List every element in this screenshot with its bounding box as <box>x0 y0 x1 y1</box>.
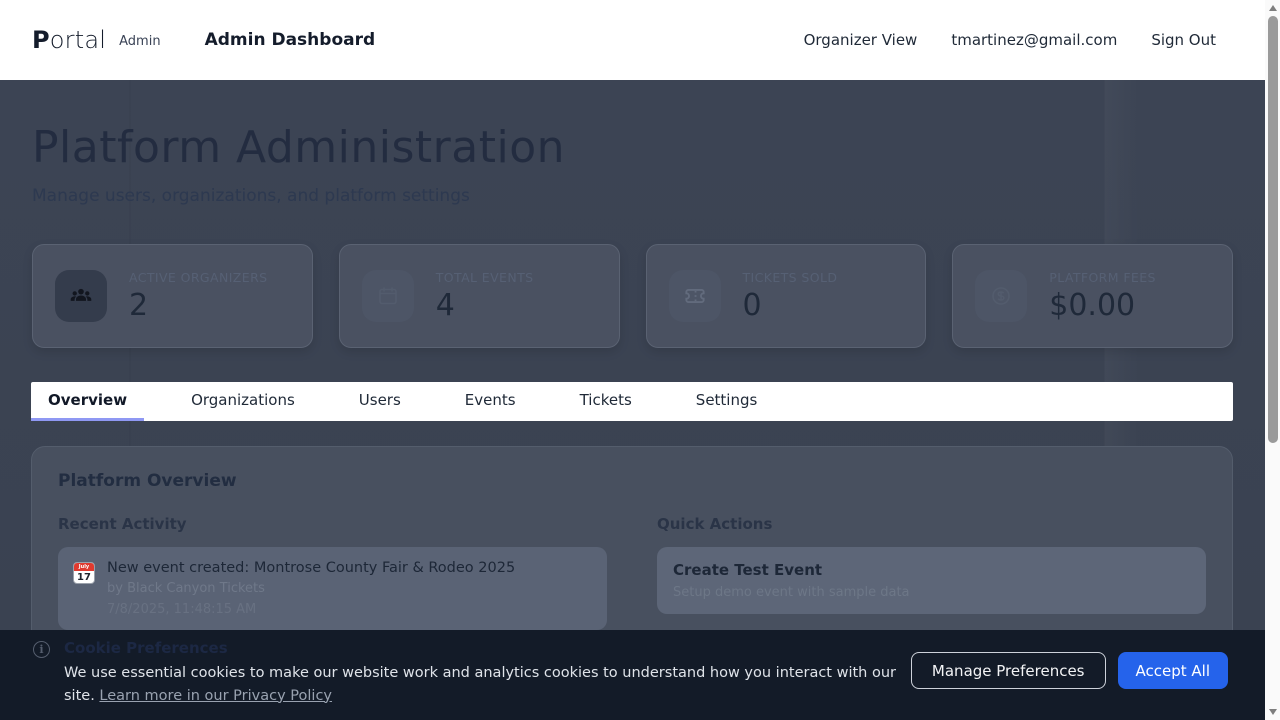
organizer-view-link[interactable]: Organizer View <box>804 31 918 49</box>
calendar-month: July <box>74 563 94 571</box>
ticket-icon <box>669 270 721 322</box>
stat-value: 0 <box>743 288 838 323</box>
money-icon <box>975 270 1027 322</box>
stat-value: 2 <box>129 288 267 323</box>
hero-section: Platform Administration Manage users, or… <box>0 80 1265 206</box>
tab-users[interactable]: Users <box>342 382 418 421</box>
admin-badge: Admin <box>119 34 160 49</box>
calendar-icon <box>362 270 414 322</box>
logo-letter: P <box>32 26 50 54</box>
user-email-link[interactable]: tmartinez@gmail.com <box>951 31 1117 49</box>
tab-organizations[interactable]: Organizations <box>174 382 312 421</box>
stat-card-tickets-sold: TICKETS SOLD 0 <box>646 244 927 348</box>
cookie-consent-banner: i Cookie Preferences We use essential co… <box>0 630 1280 720</box>
stat-value: $0.00 <box>1049 288 1156 323</box>
stat-card-total-events: TOTAL EVENTS 4 <box>339 244 620 348</box>
info-icon: i <box>33 641 50 658</box>
sign-out-link[interactable]: Sign Out <box>1151 31 1216 49</box>
scroll-up-icon[interactable] <box>1269 5 1277 11</box>
recent-activity-section: Recent Activity July 17 New event create… <box>58 515 607 630</box>
quick-actions-heading: Quick Actions <box>657 515 1206 533</box>
admin-tabbar: Overview Organizations Users Events Tick… <box>31 382 1233 421</box>
portal-logo[interactable]: Portal <box>32 26 106 54</box>
calendar-day: 17 <box>74 571 94 584</box>
scroll-down-icon[interactable] <box>1269 709 1277 715</box>
hero-subtitle: Manage users, organizations, and platfor… <box>32 186 1233 206</box>
accept-all-button[interactable]: Accept All <box>1118 652 1229 689</box>
quick-actions-section: Quick Actions Create Test Event Setup de… <box>657 515 1206 630</box>
stat-card-active-organizers: ACTIVE ORGANIZERS 2 <box>32 244 313 348</box>
tab-events[interactable]: Events <box>448 382 533 421</box>
top-header: Portal Admin Admin Dashboard Organizer V… <box>0 0 1280 80</box>
action-title: Create Test Event <box>673 561 1190 579</box>
tab-settings[interactable]: Settings <box>679 382 775 421</box>
stat-label: TICKETS SOLD <box>743 270 838 285</box>
stat-card-platform-fees: PLATFORM FEES $0.00 <box>952 244 1233 348</box>
vertical-scrollbar[interactable] <box>1265 0 1280 720</box>
activity-timestamp: 7/8/2025, 11:48:15 AM <box>107 602 515 617</box>
action-subtitle: Setup demo event with sample data <box>673 585 1190 600</box>
privacy-policy-link[interactable]: Learn more in our Privacy Policy <box>99 688 332 704</box>
tab-overview[interactable]: Overview <box>31 382 144 421</box>
hero-title: Platform Administration <box>32 122 1233 173</box>
activity-list-item[interactable]: July 17 New event created: Montrose Coun… <box>58 547 607 630</box>
page-title: Admin Dashboard <box>205 30 376 50</box>
logo-rest: ortal <box>50 26 106 54</box>
people-icon <box>55 270 107 322</box>
stat-label: TOTAL EVENTS <box>436 270 534 285</box>
calendar-emoji-icon: July 17 <box>73 562 95 584</box>
stat-label: ACTIVE ORGANIZERS <box>129 270 267 285</box>
cookie-banner-message: We use essential cookies to make our web… <box>64 662 924 707</box>
cookie-banner-heading: Cookie Preferences <box>64 639 228 657</box>
stat-value: 4 <box>436 288 534 323</box>
platform-overview-panel: Platform Overview Recent Activity July 1… <box>31 446 1233 646</box>
stat-label: PLATFORM FEES <box>1049 270 1156 285</box>
tab-tickets[interactable]: Tickets <box>563 382 649 421</box>
activity-by: by Black Canyon Tickets <box>107 581 515 596</box>
main-content: Platform Administration Manage users, or… <box>0 80 1265 630</box>
activity-title: New event created: Montrose County Fair … <box>107 560 515 576</box>
recent-activity-heading: Recent Activity <box>58 515 607 533</box>
scrollbar-thumb[interactable] <box>1268 16 1278 443</box>
header-nav: Organizer View tmartinez@gmail.com Sign … <box>804 31 1216 49</box>
cookie-banner-buttons: Manage Preferences Accept All <box>911 652 1228 689</box>
create-test-event-button[interactable]: Create Test Event Setup demo event with … <box>657 547 1206 614</box>
stats-row: ACTIVE ORGANIZERS 2 TOTAL EVENTS 4 <box>32 244 1233 348</box>
panel-title: Platform Overview <box>58 471 1206 491</box>
manage-preferences-button[interactable]: Manage Preferences <box>911 652 1106 689</box>
